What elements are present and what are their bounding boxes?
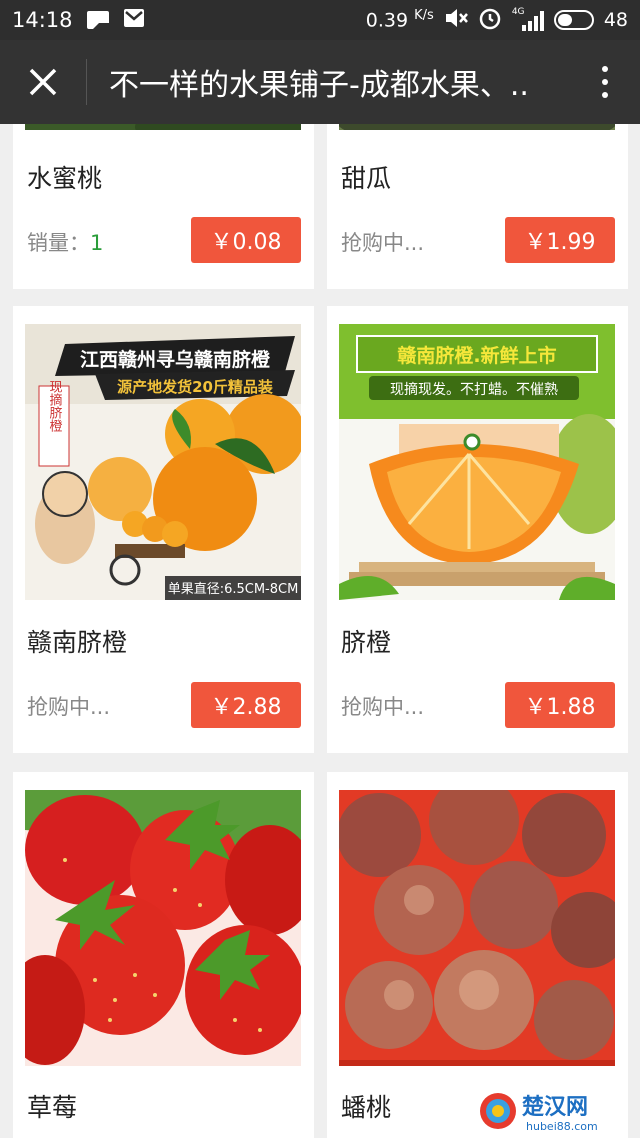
product-card[interactable]: 蟠桃 [327, 772, 628, 1138]
product-name: 脐橙 [341, 628, 392, 657]
product-name: 草莓 [27, 1093, 78, 1122]
product-image [339, 790, 615, 1066]
network-type: 4G [511, 7, 525, 17]
product-card[interactable]: 草莓 [13, 772, 314, 1138]
product-image [25, 790, 301, 1066]
mail-notification-icon [123, 8, 145, 33]
product-name: 蟠桃 [341, 1093, 392, 1122]
price-button[interactable]: ￥0.08 [191, 217, 301, 263]
product-status: 抢购中... [341, 695, 425, 719]
network-speed: 0.39 K/s [365, 8, 434, 32]
product-name: 水蜜桃 [27, 164, 103, 193]
image-notification-icon [86, 11, 109, 29]
image-banner-text: 赣南脐橙.新鲜上市 [397, 344, 556, 367]
image-sub-banner-text: 现摘现发。不打蜡。不催熟 [390, 381, 558, 398]
product-image: 江西赣州寻乌赣南脐橙 源产地发货20斤精品装 现摘脐橙 单果直径:6.5CM-8… [25, 324, 301, 600]
watermark-url: hubei88.com [526, 1120, 598, 1133]
product-name: 甜瓜 [341, 164, 392, 193]
page-title: 不一样的水果铺子-成都水果、.. [109, 68, 529, 103]
close-button[interactable] [0, 40, 86, 124]
image-tag-text: 现摘脐橙 [47, 380, 63, 432]
image-banner-text: 江西赣州寻乌赣南脐橙 [80, 348, 271, 371]
product-status: 抢购中... [341, 231, 425, 255]
product-card[interactable]: 江西赣州寻乌赣南脐橙 源产地发货20斤精品装 现摘脐橙 单果直径:6.5CM-8… [13, 306, 314, 753]
product-image [25, 124, 301, 130]
mute-icon [444, 7, 468, 34]
battery-level: 48 [603, 9, 628, 31]
more-dot-icon [602, 92, 608, 98]
price-button[interactable]: ￥1.88 [505, 682, 615, 728]
alarm-icon [478, 6, 502, 35]
product-sales: 销量：1 [27, 231, 104, 255]
battery-icon [553, 10, 594, 30]
more-menu-button[interactable] [570, 40, 640, 124]
product-card[interactable]: 水蜜桃 销量：1 ￥0.08 [13, 124, 314, 289]
watermark-brand: 楚汉网 [522, 1095, 588, 1120]
network-speed-unit: K/s [414, 8, 434, 24]
price-button[interactable]: ￥2.88 [191, 682, 301, 728]
status-time: 14:18 [12, 8, 73, 32]
product-grid: 水蜜桃 销量：1 ￥0.08 甜瓜 抢购中... ￥1.99 江西赣州寻乌赣南脐… [0, 124, 640, 1138]
product-card[interactable]: 甜瓜 抢购中... ￥1.99 [327, 124, 628, 289]
product-image: 赣南脐橙.新鲜上市 现摘现发。不打蜡。不催熟 [339, 324, 615, 600]
product-status: 抢购中... [27, 695, 111, 719]
title-bar: 不一样的水果铺子-成都水果、.. [0, 40, 640, 124]
product-card[interactable]: 赣南脐橙.新鲜上市 现摘现发。不打蜡。不催熟 脐橙 抢购中... ￥1.88 [327, 306, 628, 753]
image-sub-banner-text: 源产地发货20斤精品装 [117, 378, 274, 396]
price-button[interactable]: ￥1.99 [505, 217, 615, 263]
status-bar: 14:18 0.39 K/s 4G 48 [0, 0, 640, 40]
product-image [339, 124, 615, 130]
more-dot-icon [602, 66, 608, 72]
image-footer-text: 单果直径:6.5CM-8CM [168, 582, 299, 597]
signal-icon: 4G [511, 7, 544, 31]
site-watermark: 楚汉网 hubei88.com [476, 1088, 632, 1134]
close-icon [29, 68, 57, 96]
more-dot-icon [602, 79, 608, 85]
product-name: 赣南脐橙 [27, 628, 128, 657]
